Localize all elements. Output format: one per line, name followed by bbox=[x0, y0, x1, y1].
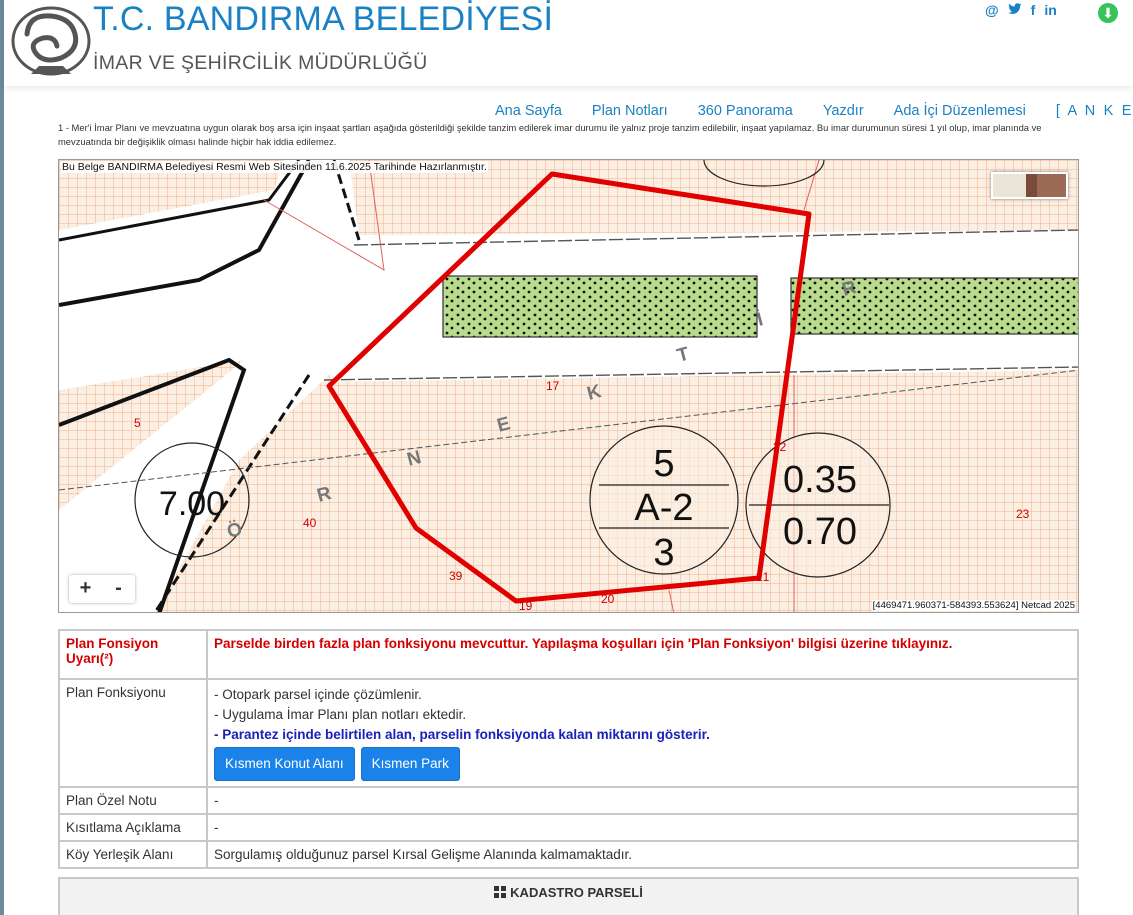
restriction-value: - bbox=[206, 813, 1079, 842]
parcel-20: 20 bbox=[601, 592, 615, 606]
ratio-coverage: 0.35 bbox=[783, 459, 857, 501]
village-area-label: Köy Yerleşik Alanı bbox=[58, 840, 208, 869]
partial-residential-button[interactable]: Kısmen Konut Alanı bbox=[214, 747, 355, 781]
function-line: - Otopark parsel içinde çözümlenir. bbox=[214, 687, 422, 702]
nav-360-panorama[interactable]: 360 Panorama bbox=[698, 103, 793, 119]
zoning-info-table: Plan Fonsiyon Uyarı(²) Parselde birden f… bbox=[58, 629, 1079, 869]
org-subtitle: İMAR VE ŞEHİRCİLİK MÜDÜRLÜĞÜ bbox=[93, 52, 428, 74]
map-canvas: 5 A-2 3 0.35 0.70 7.00 17 5 22 40 39 21 … bbox=[59, 160, 1078, 613]
ratio-floor-area: 0.70 bbox=[783, 511, 857, 553]
nav-print[interactable]: Yazdır bbox=[823, 103, 864, 119]
parcel-19: 19 bbox=[519, 599, 533, 613]
function-label: Plan Fonksiyonu bbox=[58, 678, 208, 788]
table-row: Kısıtlama Açıklama - bbox=[58, 813, 1079, 842]
partial-park-button[interactable]: Kısmen Park bbox=[360, 747, 460, 781]
table-row: Plan Fonsiyon Uyarı(²) Parselde birden f… bbox=[58, 629, 1079, 680]
zoom-control: + - bbox=[69, 575, 135, 603]
legal-notice: 1 - Mer'i İmar Planı ve mevzuatına uygun… bbox=[58, 122, 1042, 147]
header: T.C. BANDIRMA BELEDİYESİ İMAR VE ŞEHİRCİ… bbox=[4, 0, 1133, 86]
table-row: Plan Özel Notu - bbox=[58, 786, 1079, 815]
linkedin-icon[interactable]: in bbox=[1044, 2, 1056, 18]
road-width: 7.00 bbox=[159, 485, 225, 523]
parcel-39: 39 bbox=[449, 569, 463, 583]
table-row: Köy Yerleşik Alanı Sorgulamış olduğunuz … bbox=[58, 840, 1079, 869]
twitter-icon[interactable] bbox=[1007, 2, 1022, 18]
facebook-icon[interactable]: f bbox=[1031, 2, 1036, 18]
function-cell: - Otopark parsel içinde çözümlenir. - Uy… bbox=[206, 678, 1079, 788]
zone-setback: 3 bbox=[653, 532, 674, 574]
page: T.C. BANDIRMA BELEDİYESİ İMAR VE ŞEHİRCİ… bbox=[4, 0, 1133, 915]
main-nav: Ana Sayfa Plan Notları 360 Panorama Yazd… bbox=[495, 103, 1133, 119]
village-area-value: Sorgulamış olduğunuz parsel Kırsal Geliş… bbox=[206, 840, 1079, 869]
parcel-23: 23 bbox=[1016, 507, 1030, 521]
parcel-17: 17 bbox=[546, 379, 560, 393]
zoning-map[interactable]: 5 A-2 3 0.35 0.70 7.00 17 5 22 40 39 21 … bbox=[58, 159, 1079, 613]
zoom-in-button[interactable]: + bbox=[69, 575, 102, 603]
nav-block-arrangement[interactable]: Ada İçi Düzenlemesi bbox=[894, 103, 1026, 119]
nav-home[interactable]: Ana Sayfa bbox=[495, 103, 562, 119]
cadastral-parcel-header[interactable]: KADASTRO PARSELİ bbox=[58, 877, 1079, 915]
map-coordinates: [4469471.960371-584393.553624] Netcad 20… bbox=[871, 600, 1076, 611]
nav-survey[interactable]: [ A N K E T ] bbox=[1056, 103, 1133, 119]
org-title: T.C. BANDIRMA BELEDİYESİ bbox=[93, 0, 554, 38]
parcel-21: 21 bbox=[756, 570, 770, 584]
zone-code: A-2 bbox=[634, 487, 693, 529]
email-icon[interactable]: @ bbox=[985, 2, 999, 18]
nav-plan-notes[interactable]: Plan Notları bbox=[592, 103, 668, 119]
warning-text: Parselde birden fazla plan fonksiyonu me… bbox=[206, 629, 1079, 680]
municipality-logo[interactable] bbox=[9, 4, 93, 78]
social-links: @ f in bbox=[985, 2, 1057, 18]
warning-label: Plan Fonsiyon Uyarı(²) bbox=[58, 629, 208, 680]
special-note-value: - bbox=[206, 786, 1079, 815]
grid-icon bbox=[494, 886, 507, 898]
zone-floor-count: 5 bbox=[653, 443, 674, 485]
layer-switcher-button[interactable] bbox=[991, 172, 1068, 199]
map-caption: Bu Belge BANDIRMA Belediyesi Resmi Web S… bbox=[61, 161, 488, 173]
function-note: - Parantez içinde belirtilen alan, parse… bbox=[214, 727, 710, 742]
parcel-22: 22 bbox=[773, 440, 787, 454]
restriction-label: Kısıtlama Açıklama bbox=[58, 813, 208, 842]
table-row: Plan Fonksiyonu - Otopark parsel içinde … bbox=[58, 678, 1079, 788]
cadastral-title: KADASTRO PARSELİ bbox=[510, 885, 643, 900]
parcel-5: 5 bbox=[134, 416, 141, 430]
parcel-40: 40 bbox=[303, 516, 317, 530]
function-line: - Uygulama İmar Planı plan notları ekted… bbox=[214, 707, 467, 722]
download-icon[interactable]: ⬇ bbox=[1098, 3, 1118, 23]
special-note-label: Plan Özel Notu bbox=[58, 786, 208, 815]
zoom-out-button[interactable]: - bbox=[102, 575, 135, 603]
